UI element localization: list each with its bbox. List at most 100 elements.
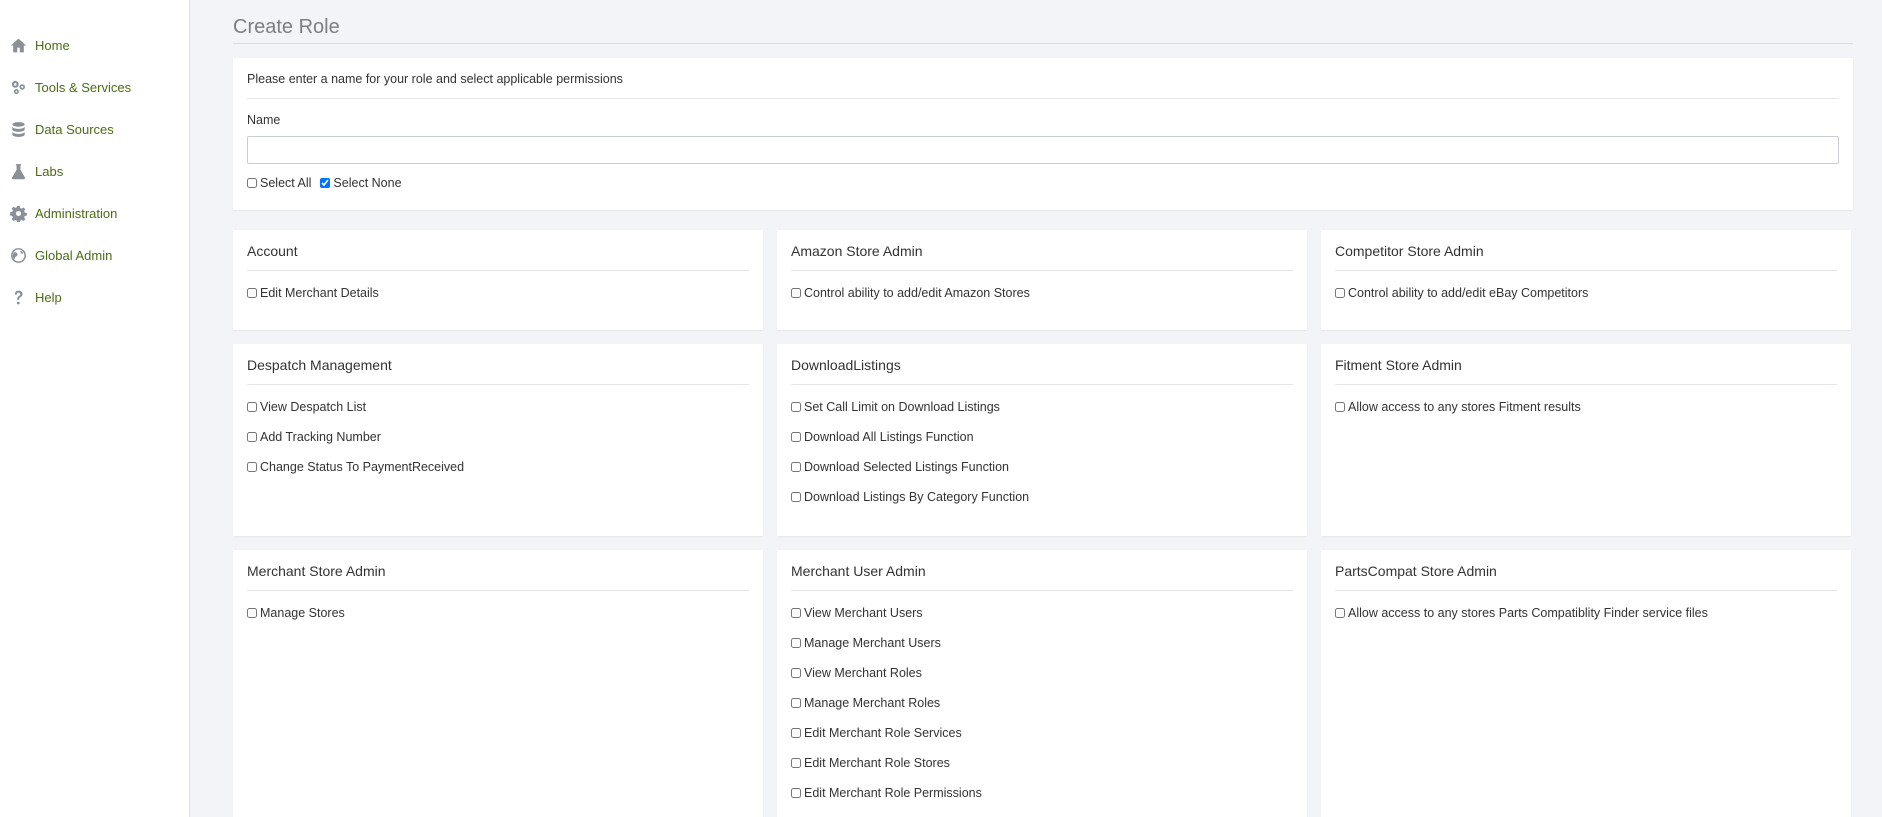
group-title: Merchant User Admin xyxy=(791,563,1293,591)
permission-item[interactable]: Edit Merchant Details xyxy=(247,285,749,301)
permission-item[interactable]: Edit Merchant Role Permissions xyxy=(791,785,1293,801)
permission-checkbox[interactable] xyxy=(1335,288,1345,298)
permission-checkbox[interactable] xyxy=(791,728,801,738)
select-all-checkbox[interactable] xyxy=(247,178,257,188)
sidebar-item-data-sources[interactable]: Data Sources xyxy=(0,108,189,150)
permission-group-despatch-management: Despatch Management View Despatch List A… xyxy=(233,344,763,536)
sidebar-item-label: Home xyxy=(35,37,70,53)
group-title: Fitment Store Admin xyxy=(1335,357,1837,385)
permission-checkbox[interactable] xyxy=(791,698,801,708)
permission-label: Download Listings By Category Function xyxy=(804,490,1030,504)
permission-checkbox[interactable] xyxy=(247,608,257,618)
permission-checkbox[interactable] xyxy=(247,288,257,298)
gear-icon xyxy=(9,204,27,222)
select-all-label: Select All xyxy=(260,176,312,190)
select-none-option[interactable]: Select None xyxy=(320,176,402,190)
select-none-label: Select None xyxy=(333,176,402,190)
intro-text: Please enter a name for your role and se… xyxy=(247,72,1839,99)
sidebar-item-label: Administration xyxy=(35,205,118,221)
sidebar-item-label: Help xyxy=(35,289,62,305)
globe-icon xyxy=(9,246,27,264)
flask-icon xyxy=(9,162,27,180)
select-all-option[interactable]: Select All xyxy=(247,176,311,190)
permission-checkbox[interactable] xyxy=(791,788,801,798)
permission-item[interactable]: Download Listings By Category Function xyxy=(791,489,1293,505)
question-icon xyxy=(9,288,27,306)
permission-label: Edit Merchant Role Services xyxy=(804,726,962,740)
group-title: PartsCompat Store Admin xyxy=(1335,563,1837,591)
permission-grid-row-2: Despatch Management View Despatch List A… xyxy=(233,344,1853,536)
permission-checkbox[interactable] xyxy=(791,638,801,648)
permission-label: Manage Stores xyxy=(260,606,345,620)
sidebar-item-label: Labs xyxy=(35,163,64,179)
sidebar-item-help[interactable]: Help xyxy=(0,276,189,318)
permission-checkbox[interactable] xyxy=(791,432,801,442)
sidebar-item-administration[interactable]: Administration xyxy=(0,192,189,234)
permission-group-account: Account Edit Merchant Details xyxy=(233,230,763,330)
permission-grid-row-3: Merchant Store Admin Manage Stores Merch… xyxy=(233,550,1853,817)
permission-checkbox[interactable] xyxy=(791,668,801,678)
permission-item[interactable]: View Merchant Users xyxy=(791,605,1293,621)
permission-item[interactable]: Allow access to any stores Fitment resul… xyxy=(1335,399,1837,415)
permission-checkbox[interactable] xyxy=(791,288,801,298)
permission-checkbox[interactable] xyxy=(791,402,801,412)
permission-item[interactable]: Control ability to add/edit Amazon Store… xyxy=(791,285,1293,301)
permission-item[interactable]: View Merchant Roles xyxy=(791,665,1293,681)
database-icon xyxy=(9,120,27,138)
permission-item[interactable]: Allow access to any stores Parts Compati… xyxy=(1335,605,1837,621)
permission-label: View Merchant Users xyxy=(804,606,923,620)
permission-label: Download All Listings Function xyxy=(804,430,974,444)
permission-checkbox[interactable] xyxy=(247,462,257,472)
permission-item[interactable]: Download All Listings Function xyxy=(791,429,1293,445)
permission-label: Manage Merchant Users xyxy=(804,636,941,650)
permission-label: Change Status To PaymentReceived xyxy=(260,460,465,474)
permission-checkbox[interactable] xyxy=(791,758,801,768)
sidebar-item-labs[interactable]: Labs xyxy=(0,150,189,192)
permission-item[interactable]: Set Call Limit on Download Listings xyxy=(791,399,1293,415)
sidebar-item-home[interactable]: Home xyxy=(0,24,189,66)
permission-grid-row-1: Account Edit Merchant Details Amazon Sto… xyxy=(233,230,1853,330)
role-name-input[interactable] xyxy=(247,136,1839,164)
group-title: Merchant Store Admin xyxy=(247,563,749,591)
permission-item[interactable]: Manage Merchant Roles xyxy=(791,695,1293,711)
select-controls: Select All Select None xyxy=(247,176,1839,190)
home-icon xyxy=(9,36,27,54)
permission-group-fitment-store-admin: Fitment Store Admin Allow access to any … xyxy=(1321,344,1851,536)
permission-checkbox[interactable] xyxy=(1335,608,1345,618)
sidebar-item-global-admin[interactable]: Global Admin xyxy=(0,234,189,276)
permission-label: Allow access to any stores Parts Compati… xyxy=(1348,606,1708,620)
permission-checkbox[interactable] xyxy=(791,462,801,472)
permission-label: Add Tracking Number xyxy=(260,430,381,444)
permission-item[interactable]: Edit Merchant Role Stores xyxy=(791,755,1293,771)
permission-checkbox[interactable] xyxy=(791,492,801,502)
permission-item[interactable]: Edit Merchant Role Services xyxy=(791,725,1293,741)
permission-checkbox[interactable] xyxy=(247,432,257,442)
name-label: Name xyxy=(247,113,281,127)
main-content: Create Role Please enter a name for your… xyxy=(233,0,1853,817)
sidebar-item-tools-services[interactable]: Tools & Services xyxy=(0,66,189,108)
permission-label: Edit Merchant Details xyxy=(260,286,379,300)
permission-item[interactable]: View Despatch List xyxy=(247,399,749,415)
role-name-panel: Please enter a name for your role and se… xyxy=(233,58,1853,210)
permission-item[interactable]: Change Status To PaymentReceived xyxy=(247,459,749,475)
permission-label: Control ability to add/edit Amazon Store… xyxy=(804,286,1030,300)
permission-label: Manage Merchant Roles xyxy=(804,696,941,710)
select-none-checkbox[interactable] xyxy=(320,178,331,188)
permission-item[interactable]: Add Tracking Number xyxy=(247,429,749,445)
group-title: DownloadListings xyxy=(791,357,1293,385)
permission-group-downloadlistings: DownloadListings Set Call Limit on Downl… xyxy=(777,344,1307,536)
permission-item[interactable]: Download Selected Listings Function xyxy=(791,459,1293,475)
permission-group-partscompat-store-admin: PartsCompat Store Admin Allow access to … xyxy=(1321,550,1851,817)
permission-checkbox[interactable] xyxy=(1335,402,1345,412)
tools-icon xyxy=(9,78,27,96)
sidebar-item-label: Data Sources xyxy=(35,121,114,137)
permission-label: Allow access to any stores Fitment resul… xyxy=(1348,400,1581,414)
permission-group-merchant-user-admin: Merchant User Admin View Merchant Users … xyxy=(777,550,1307,817)
permission-item[interactable]: Manage Merchant Users xyxy=(791,635,1293,651)
permission-checkbox[interactable] xyxy=(791,608,801,618)
permission-item[interactable]: Manage Stores xyxy=(247,605,749,621)
permission-label: Edit Merchant Role Permissions xyxy=(804,786,982,800)
permission-item[interactable]: Control ability to add/edit eBay Competi… xyxy=(1335,285,1837,301)
permission-checkbox[interactable] xyxy=(247,402,257,412)
permission-label: Edit Merchant Role Stores xyxy=(804,756,950,770)
